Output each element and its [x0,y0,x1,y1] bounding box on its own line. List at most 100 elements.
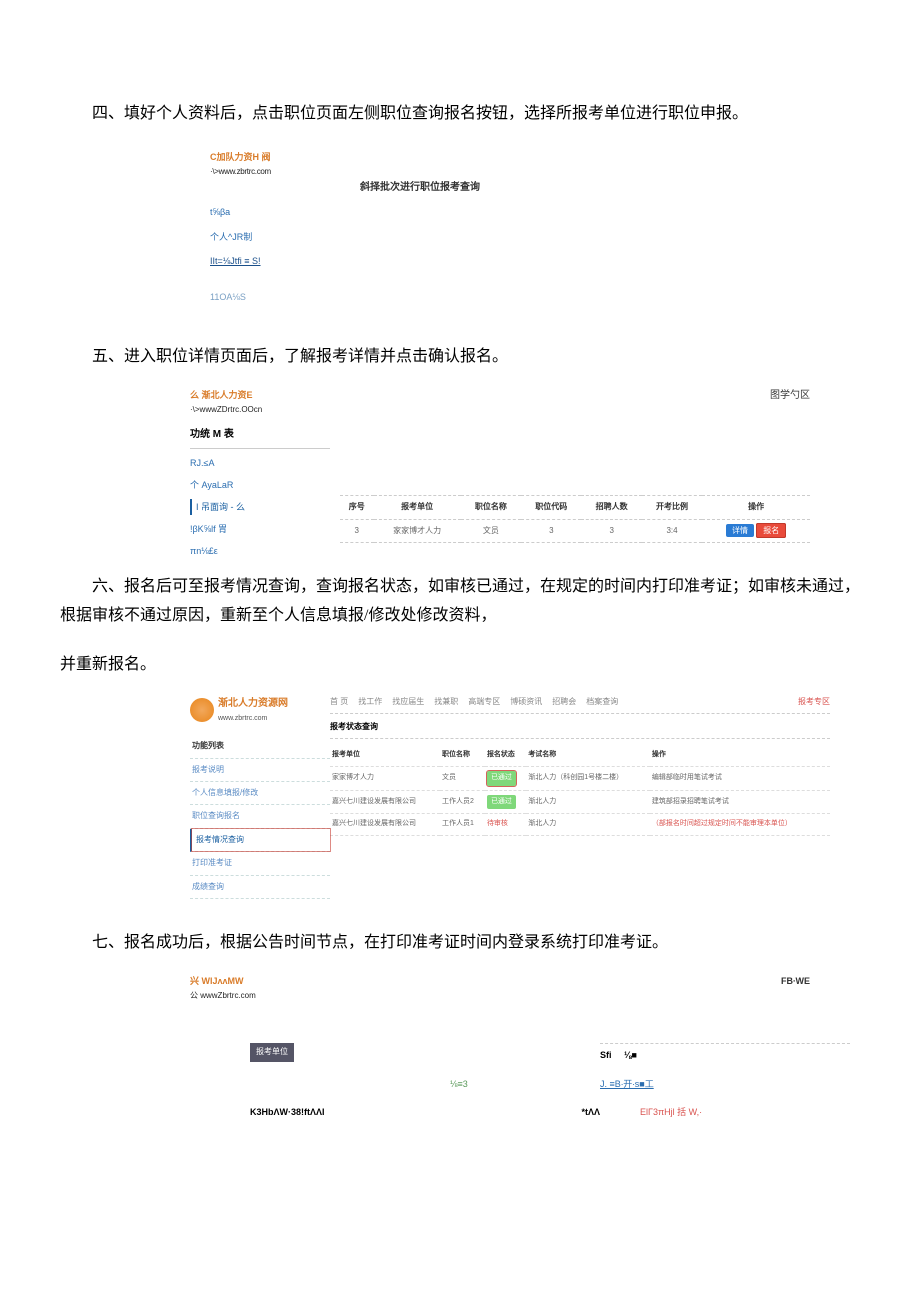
fig4-logo-line1: C加队力资H 阀 [210,149,360,165]
figure-4: C加队力资H 阀 ·\>www.zbrtrc.com t⅝βa 个人^JR制 I… [210,144,790,313]
fig6-menu-item2[interactable]: 个人信息填报/修改 [190,782,330,805]
fig7-right-top: FB∙WE [781,973,810,1004]
fig6-menu-item6[interactable]: 成绩查询 [190,876,330,899]
fig5-th-2: 职位名称 [461,496,521,519]
tab-6[interactable]: 招聘会 [552,695,576,709]
fig5-td-4: 3 [581,519,641,542]
fig6-r2c4: （部报名时间超过规定时间不能审理本单位） [650,814,830,836]
tab-8[interactable]: 报考专区 [798,695,830,709]
fig7-cell-r: *tΛΛ [450,1104,600,1120]
fig7-logo-l2: 公 wwwZbrtrc.com [190,989,256,1003]
figure-6: 渐北人力资源网 www.zbrtrc.com 功能列表 报考说明 个人信息填报/… [190,695,830,899]
fig6-th-3: 考试名称 [526,745,650,766]
fig5-th-5: 开考比例 [642,496,702,519]
fig7-logo: 兴 WlJʌʌMW 公 wwwZbrtrc.com [190,973,256,1004]
instruction-5: 五、进入职位详情页面后，了解报考详情并点击确认报名。 [60,343,860,372]
fig6-r1c1: 工作人员2 [440,790,485,814]
fig5-menu-item2[interactable]: 个 AyaLaR [190,477,330,493]
fig5-th-3: 职位代码 [521,496,581,519]
logo-icon [190,698,214,722]
instruction-6a: 六、报名后可至报考情况查询，查询报名状态，如审核已通过，在规定的时间内打印准考证… [60,573,860,631]
fig4-menu-item2[interactable]: 个人^JR制 [210,229,360,245]
fig5-menu-item3[interactable]: I 吊面询 - 么 [190,499,330,515]
fig6-r0c3: 渐北人力（科创园1号楼二楼） [526,766,650,790]
fig6-menu: 功能列表 报考说明 个人信息填报/修改 职位查询报名 报考情况查询 打印准考证 … [190,735,330,899]
fig5-logo: 么 渐北人力资E ·\>wwwZDrtrc.OOcn [190,387,330,418]
fig5-menu-item5[interactable]: πn⅛£ε [190,543,330,559]
fig4-menu: t⅝βa 个人^JR制 IIt=⅛Jtfi ≡ S! 11OA⅛S [210,204,360,305]
tab-1[interactable]: 找工作 [358,695,382,709]
status-passed: 已通过 [487,795,516,810]
fig5-td-1: 家家博才人力 [374,519,461,542]
tab-5[interactable]: 博硕资讯 [510,695,542,709]
fig5-th-0: 序号 [340,496,374,519]
fig6-th-2: 报名状态 [485,745,526,766]
fig6-subtitle: 报考状态查询 [330,720,830,739]
fig6-r2c3: 渐北人力 [526,814,650,836]
fig5-th-4: 招聘人数 [581,496,641,519]
status-passed-boxed: 已通过 [487,771,516,786]
fig7-logo-l1: 兴 WlJʌʌMW [190,973,256,989]
fig6-logo: 渐北人力资源网 www.zbrtrc.com [190,695,330,726]
fig6-r0c0: 家家博才人力 [330,766,440,790]
fig7-cell-label: 报考单位 [250,1043,450,1063]
fig6-r1c4: 建筑部招录招聘笔试考试 [650,790,830,814]
fig5-logo-l1: 么 渐北人力资E [190,387,330,403]
tab-0[interactable]: 首 页 [330,695,348,709]
fig6-menu-item1[interactable]: 报考说明 [190,759,330,782]
fig7-sr: Sfi [600,1050,612,1060]
detail-button[interactable]: 详情 [726,524,754,537]
fig6-r0c4: 编辑部临时用笔试考试 [650,766,830,790]
fig6-r1c2: 已通过 [485,790,526,814]
fig6-tabs: 首 页 找工作 找应届生 找兼职 高端专区 博硕资讯 招聘会 档案查询 报考专区 [330,695,830,714]
fig5-menu-item1[interactable]: RJ.≤A [190,455,330,471]
fig6-r2c1: 工作人员1 [440,814,485,836]
fig6-r2c2: 待审核 [485,814,526,836]
fig7-cell-empty1 [450,1043,600,1063]
fig6-menu-item5[interactable]: 打印准考证 [190,852,330,875]
figure-5: 么 渐北人力资E ·\>wwwZDrtrc.OOcn 功统 M 表 RJ.≤A … [190,387,810,543]
fig6-menu-item4[interactable]: 报考情况查询 [190,829,330,852]
fig6-r0c1: 文员 [440,766,485,790]
tab-3[interactable]: 找兼职 [434,695,458,709]
instruction-6b: 并重新报名。 [60,651,860,680]
fig5-right-top: 图学勺区 [770,387,810,405]
fig6-r2c0: 嘉兴七川建设发展有限公司 [330,814,440,836]
fig5-sidebar-title: 功统 M 表 [190,426,330,449]
fig7-cell-empty2 [250,1076,450,1092]
fig4-sidebar: C加队力资H 阀 ·\>www.zbrtrc.com t⅝βa 个人^JR制 I… [210,144,360,313]
fig6-th-4: 操作 [650,745,830,766]
apply-button[interactable]: 报名 [756,523,786,538]
tab-4[interactable]: 高端专区 [468,695,500,709]
print-link[interactable]: J. ≡B∙开∙s■工 [600,1079,654,1089]
fig4-menu-item4[interactable]: 11OA⅛S [210,289,360,305]
fig5-td-ops: 详情 报名 [702,519,810,542]
fig7-cell-link: J. ≡B∙开∙s■工 [600,1076,850,1092]
fig6-menu-item3[interactable]: 职位查询报名 [190,805,330,828]
fig6-r0c2: 已通过 [485,766,526,790]
fig5-td-3: 3 [521,519,581,542]
fig6-r1c0: 嘉兴七川建设发展有限公司 [330,790,440,814]
instruction-7: 七、报名成功后，根据公告时间节点，在打印准考证时间内登录系统打印准考证。 [60,929,860,958]
fig5-td-5: 3:4 [642,519,702,542]
fig5-td-2: 文员 [461,519,521,542]
fig6-table: 报考单位 职位名称 报名状态 考试名称 操作 家家博才人力 文员 已通过 渐北人… [330,745,830,835]
fig4-menu-item1[interactable]: t⅝βa [210,204,360,220]
fig6-logo-l2: www.zbrtrc.com [218,713,288,726]
fig7-black: ⅛■ [624,1050,637,1060]
fig7-cell-green: ⅛≡3 [450,1076,600,1092]
tab-7[interactable]: 档案查询 [586,695,618,709]
fig5-logo-l2: ·\>wwwZDrtrc.OOcn [190,403,330,417]
fig5-menu-item4[interactable]: !βK⅝lf 胃 [190,521,330,537]
tab-2[interactable]: 找应届生 [392,695,424,709]
fig7-cell-bold: K3HbΛW·38!ftΛΛI [250,1104,450,1120]
fig5-th-1: 报考单位 [374,496,461,519]
fig4-logo-line2: ·\>www.zbrtrc.com [210,165,360,179]
fig6-logo-l1: 渐北人力资源网 [218,695,288,713]
fig4-main: 斜择批次进行职位报考查询 [360,144,790,313]
fig4-menu-item3[interactable]: IIt=⅛Jtfi ≡ S! [210,253,360,269]
fig5-table: 序号 报考单位 职位名称 职位代码 招聘人数 开考比例 操作 3 家家博才人力 … [340,495,810,543]
fig5-menu: RJ.≤A 个 AyaLaR I 吊面询 - 么 !βK⅝lf 胃 πn⅛£ε [190,455,330,560]
fig7-red: ElΓ3πHjl 括 W,· [640,1107,702,1117]
status-pending: 待审核 [487,818,508,831]
